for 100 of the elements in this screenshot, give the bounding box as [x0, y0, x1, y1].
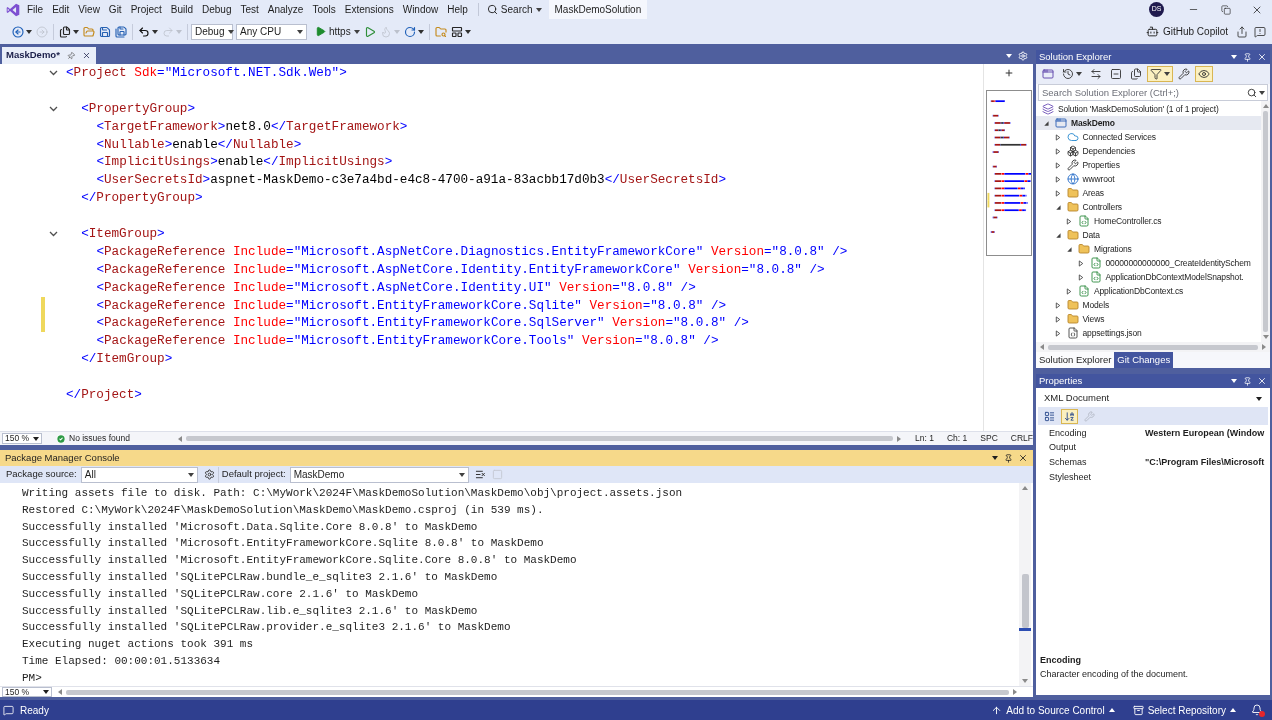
column-number-status[interactable]: Ch: 1: [947, 432, 968, 445]
menu-item[interactable]: Help: [447, 2, 468, 17]
chevron-down-icon[interactable]: [48, 229, 58, 239]
triangle-right-icon[interactable]: [1066, 287, 1072, 295]
triangle-left-icon[interactable]: [178, 435, 182, 442]
vertical-scrollbar[interactable]: [1021, 574, 1029, 628]
run-button[interactable]: https: [313, 24, 362, 39]
tree-item[interactable]: Properties: [1036, 158, 1261, 172]
menu-item[interactable]: Project: [130, 2, 162, 17]
menu-item[interactable]: Window: [402, 2, 439, 17]
tree-item[interactable]: appsettings.json: [1036, 326, 1261, 340]
close-icon[interactable]: [81, 51, 91, 60]
copilot-button[interactable]: GitHub Copilot: [1145, 24, 1228, 39]
tree-item[interactable]: Solution 'MaskDemoSolution' (1 of 1 project): [1036, 102, 1261, 116]
menu-item[interactable]: File: [27, 2, 44, 17]
feedback-icon[interactable]: [1254, 25, 1266, 38]
close-icon[interactable]: [1257, 52, 1267, 62]
search-icon[interactable]: [1247, 87, 1257, 98]
menu-item[interactable]: Git: [108, 2, 122, 17]
property-value[interactable]: "C:\Program Files\Microsoft: [1145, 455, 1265, 470]
menu-item[interactable]: Debug: [202, 2, 232, 17]
triangle-right-icon[interactable]: [1077, 273, 1084, 281]
triangle-left-icon[interactable]: [1040, 344, 1044, 350]
triangle-right-icon[interactable]: [1077, 259, 1084, 267]
tree-item[interactable]: ApplicationDbContextModelSnapshot.: [1036, 270, 1261, 284]
triangle-right-icon[interactable]: [897, 435, 902, 442]
menu-item[interactable]: Edit: [52, 2, 70, 17]
pin-icon[interactable]: [1004, 453, 1013, 463]
search-field[interactable]: Search Solution Explorer (Ctrl+;): [1039, 85, 1247, 100]
switch-views-button[interactable]: [1039, 66, 1057, 82]
tree-item[interactable]: Data: [1036, 228, 1261, 242]
tree-item[interactable]: 00000000000000_CreateIdentitySchem: [1036, 256, 1261, 270]
tree-item[interactable]: ApplicationDbContext.cs: [1036, 284, 1261, 298]
package-source-select[interactable]: All: [80, 466, 198, 483]
default-project-select[interactable]: MaskDemo: [289, 466, 469, 483]
line-number-status[interactable]: Ln: 1: [915, 432, 934, 445]
preview-button[interactable]: [1195, 66, 1213, 82]
comment-icon[interactable]: [3, 704, 14, 716]
code-minimap[interactable]: [985, 90, 1032, 256]
panel-tab[interactable]: Solution Explorer: [1036, 352, 1115, 368]
panel-tab[interactable]: Git Changes: [1114, 352, 1174, 368]
triangle-right-icon[interactable]: [1054, 133, 1061, 141]
plus-icon[interactable]: [1003, 68, 1014, 78]
object-select[interactable]: XML Document: [1036, 390, 1270, 407]
alphabetical-button[interactable]: [1061, 408, 1078, 424]
properties-button[interactable]: [1175, 66, 1193, 82]
share-icon[interactable]: [1236, 25, 1248, 38]
search-button[interactable]: Search: [486, 2, 542, 17]
pin-icon[interactable]: [1243, 52, 1252, 62]
menu-item[interactable]: Test: [240, 2, 259, 17]
tree-item[interactable]: wwwroot: [1036, 172, 1261, 186]
restore-icon[interactable]: [1221, 4, 1231, 15]
document-tab[interactable]: MaskDemo*: [2, 47, 96, 64]
menu-item[interactable]: View: [78, 2, 100, 17]
select-repository-button[interactable]: Select Repository: [1132, 702, 1236, 718]
settings-icon[interactable]: [203, 469, 215, 480]
property-value[interactable]: Western European (Window: [1145, 426, 1265, 441]
triangle-down-icon[interactable]: [1054, 203, 1061, 211]
triangle-right-icon[interactable]: [1066, 217, 1072, 225]
menu-item[interactable]: Extensions: [344, 2, 394, 17]
horizontal-scrollbar[interactable]: [66, 689, 1009, 695]
triangle-down-icon[interactable]: [1054, 231, 1061, 239]
triangle-right-icon[interactable]: [1054, 329, 1061, 337]
tree-item[interactable]: Dependencies: [1036, 144, 1261, 158]
tree-item[interactable]: Controllers: [1036, 200, 1261, 214]
triangle-left-icon[interactable]: [58, 689, 62, 695]
triangle-right-icon[interactable]: [1013, 689, 1017, 695]
menu-item[interactable]: Tools: [312, 2, 336, 17]
triangle-right-icon[interactable]: [1054, 161, 1061, 169]
menu-item[interactable]: Build: [170, 2, 193, 17]
configuration-select[interactable]: Debug: [191, 23, 233, 40]
triangle-up-icon[interactable]: [1262, 104, 1269, 108]
chevron-down-icon[interactable]: [48, 104, 58, 114]
indentation-status[interactable]: SPC: [980, 432, 998, 445]
pin-icon[interactable]: [1243, 376, 1252, 386]
triangle-right-icon[interactable]: [1054, 189, 1061, 197]
menu-item[interactable]: Analyze: [267, 2, 304, 17]
triangle-right-icon[interactable]: [1262, 344, 1266, 350]
clear-console-button[interactable]: [474, 469, 486, 480]
tree-item[interactable]: Connected Services: [1036, 130, 1261, 144]
triangle-down-icon[interactable]: [1066, 245, 1072, 253]
triangle-right-icon[interactable]: [1054, 147, 1061, 155]
tree-item[interactable]: HomeController.cs: [1036, 214, 1261, 228]
vertical-scrollbar[interactable]: [1263, 111, 1268, 332]
zoom-select[interactable]: 150 %: [2, 687, 52, 697]
line-endings-status[interactable]: CRLF: [1010, 432, 1033, 445]
add-to-source-control-button[interactable]: Add to Source Control: [991, 702, 1115, 718]
chevron-down-icon[interactable]: [48, 68, 58, 78]
notification-bell-icon[interactable]: [1250, 703, 1264, 717]
tree-item[interactable]: Models: [1036, 298, 1261, 312]
triangle-up-icon[interactable]: [1022, 486, 1028, 490]
tree-item[interactable]: Migrations: [1036, 242, 1261, 256]
tree-item[interactable]: MaskDemo: [1036, 116, 1261, 130]
triangle-right-icon[interactable]: [1054, 175, 1061, 183]
horizontal-scrollbar[interactable]: [1048, 344, 1258, 350]
search-box[interactable]: Search Solution Explorer (Ctrl+;): [1038, 84, 1268, 101]
triangle-right-icon[interactable]: [1054, 315, 1061, 323]
tree-item[interactable]: Views: [1036, 312, 1261, 326]
triangle-down-icon[interactable]: [1043, 119, 1049, 127]
tree-item[interactable]: Areas: [1036, 186, 1261, 200]
